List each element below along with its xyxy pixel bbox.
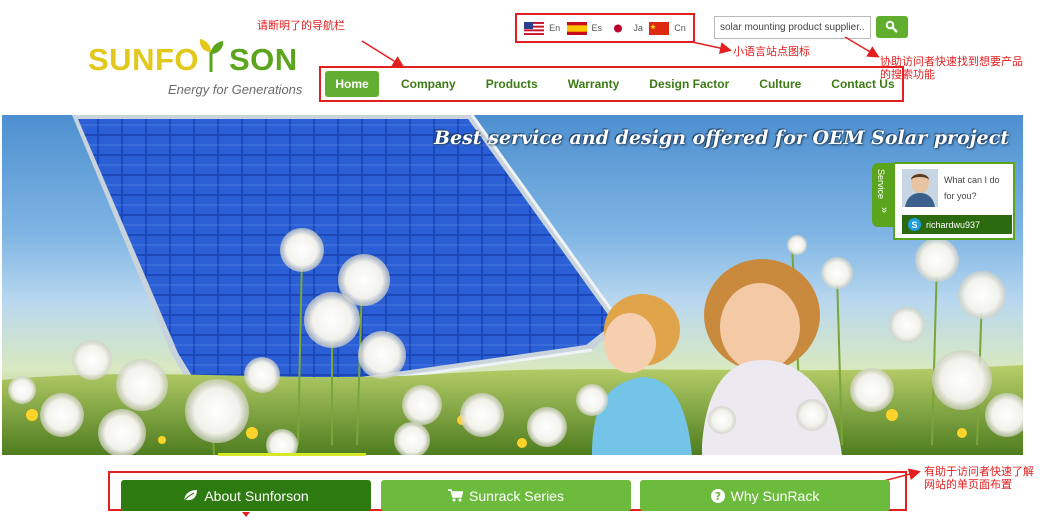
annotation-search: 协助访问者快速找到想要产品的搜索功能: [880, 55, 1023, 81]
chevron-right-icon: »: [878, 207, 890, 214]
search-input[interactable]: [714, 16, 871, 39]
hero-banner[interactable]: Best service and design offered for OEM …: [2, 115, 1023, 455]
nav-item-company[interactable]: Company: [401, 77, 456, 91]
lang-label: Es: [591, 23, 603, 33]
nav-item-design-factor[interactable]: Design Factor: [649, 77, 729, 91]
service-message: What can I do for you?: [944, 175, 1000, 201]
es-flag-icon: [566, 21, 587, 35]
service-username: richardwu937: [926, 219, 981, 230]
cn-flag-icon: [649, 21, 670, 35]
hero-illustration: [2, 115, 1023, 455]
us-flag-icon: [524, 21, 545, 35]
about-sunforson-button[interactable]: About Sunforson: [121, 480, 371, 511]
skype-icon: S: [908, 218, 921, 231]
nav-item-home[interactable]: Home: [325, 71, 379, 97]
skype-contact-button[interactable]: S richardwu937: [902, 215, 1012, 234]
language-selector: En Es Ja Cn: [515, 13, 695, 43]
logo-wordmark: SUNFO SON: [88, 42, 298, 77]
leaf-icon: [183, 490, 198, 502]
search-button[interactable]: [876, 16, 908, 38]
search-icon: [885, 20, 898, 33]
button-label: Why SunRack: [730, 487, 820, 504]
slider-progress-bar: [218, 453, 366, 456]
why-sunrack-button[interactable]: ? Why SunRack: [640, 480, 890, 511]
annotation-buttons: 有助于访问者快速了解网站的单页面布置: [924, 465, 1034, 491]
logo-tagline: Energy for Generations: [168, 82, 303, 97]
question-icon: ?: [710, 488, 725, 503]
cart-icon: [448, 489, 464, 502]
lang-item-ja[interactable]: Ja: [608, 21, 643, 35]
annotation-nav: 请断明了的导航栏: [257, 19, 345, 32]
main-navigation: Home Company Products Warranty Design Fa…: [319, 66, 904, 102]
button-label: About Sunforson: [204, 487, 309, 504]
service-tab[interactable]: Service »: [872, 163, 894, 227]
lang-item-en[interactable]: En: [524, 21, 561, 35]
nav-item-products[interactable]: Products: [486, 77, 538, 91]
service-tab-label: Service: [876, 169, 886, 200]
site-logo[interactable]: SUNFO SON Energy for Generations: [88, 39, 303, 100]
nav-item-warranty[interactable]: Warranty: [568, 77, 620, 91]
lang-label: En: [549, 23, 561, 33]
sunrack-series-button[interactable]: Sunrack Series: [381, 480, 631, 511]
lang-label: Cn: [674, 23, 686, 33]
caret-down-icon: [242, 512, 250, 517]
lang-item-es[interactable]: Es: [566, 21, 603, 35]
avatar: [902, 169, 938, 207]
lang-item-cn[interactable]: Cn: [649, 21, 686, 35]
jp-flag-icon: [608, 21, 629, 35]
service-chat-widget: What can I do for you? S richardwu937: [893, 162, 1015, 240]
annotation-lang: 小语言站点图标: [733, 45, 810, 58]
lang-label: Ja: [633, 23, 643, 33]
banner-slogan: Best service and design offered for OEM …: [433, 127, 1009, 149]
leaf-logo-icon: [199, 39, 224, 72]
button-label: Sunrack Series: [469, 487, 564, 504]
svg-text:?: ?: [714, 490, 720, 503]
nav-item-culture[interactable]: Culture: [759, 77, 801, 91]
